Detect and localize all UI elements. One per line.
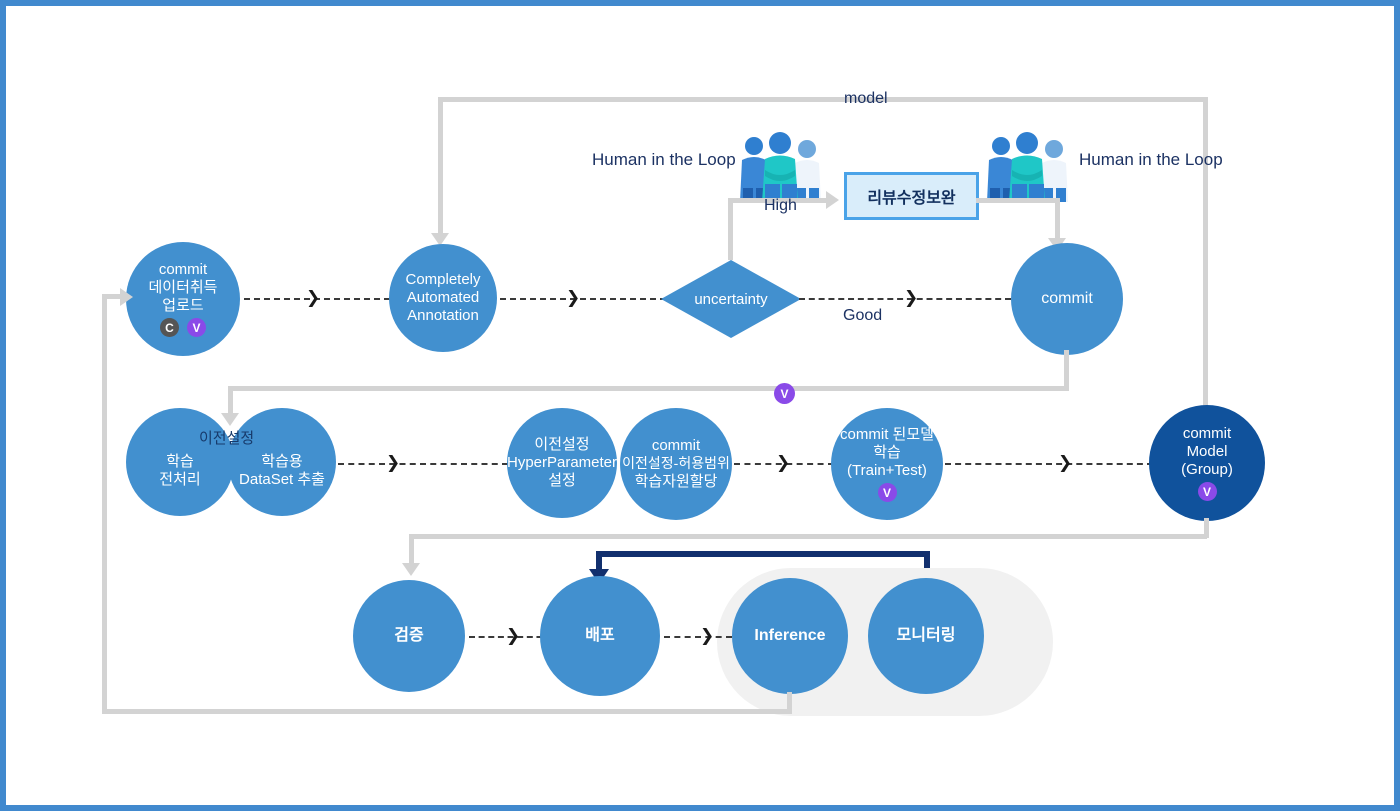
- hyperparameter-line-1: 이전설정: [534, 435, 590, 453]
- commit-resource-allocation-node[interactable]: commit 이전설정-허용범위 학습자원할당: [620, 408, 732, 520]
- annotation-line-3: Annotation: [407, 307, 479, 325]
- hyperparameter-line-3: 설정: [548, 472, 576, 490]
- train-badges: V: [876, 483, 899, 503]
- label-model: model: [844, 90, 888, 107]
- connector-deploy-to-inference: [664, 636, 732, 638]
- train-badge-v: V: [877, 483, 897, 503]
- commit-badge-v: V: [187, 318, 206, 338]
- connector-high-vertical: [728, 198, 733, 260]
- label-good: Good: [843, 307, 883, 324]
- commit-model-line-3: (Group): [1181, 461, 1233, 479]
- train-line-3: (Train+Test): [847, 462, 927, 480]
- hyperparameter-line-2: HyperParameter: [506, 453, 618, 471]
- connector-commit-model-to-validate-horizontal: [409, 534, 1207, 539]
- connector-model-top-horizontal: [438, 97, 1208, 102]
- commit-data-upload-line-2: 데이터취득: [148, 278, 218, 296]
- arrowhead-high-to-review: [826, 191, 839, 209]
- deployment-node[interactable]: 배포: [540, 576, 660, 696]
- chevron-annotation-to-uncertainty: ❯: [566, 288, 581, 307]
- connector-review-to-commit-horizontal: [976, 198, 1060, 203]
- label-human-in-the-loop-right: Human in the Loop: [1079, 150, 1223, 169]
- validation-label: 검증: [394, 627, 424, 645]
- connector-left-loop-vertical: [102, 294, 107, 709]
- connector-annotation-to-uncertainty: [500, 298, 666, 300]
- chevron-good-to-commit: ❯: [904, 288, 919, 307]
- annotation-line-1: Completely: [405, 270, 481, 288]
- connector-model-right-vertical: [1203, 97, 1208, 417]
- preprocess-group-header: 이전설정: [199, 430, 255, 447]
- commit-badge-c: C: [160, 318, 179, 338]
- completely-automated-annotation-node[interactable]: Completely Automated Annotation: [389, 244, 497, 352]
- commit-data-upload-node[interactable]: commit 데이터취득 업로드 C V: [126, 242, 240, 356]
- human-in-the-loop-people-icon-left: [734, 130, 826, 202]
- commit-data-upload-badges: C V: [158, 318, 208, 338]
- dataset-line-2: DataSet 추출: [239, 471, 325, 489]
- monitoring-node[interactable]: 모니터링: [868, 578, 984, 694]
- chevron-upload-to-annotation: ❯: [306, 288, 321, 307]
- human-in-the-loop-people-icon-right: [981, 130, 1073, 202]
- connector-dataset-to-hyperparameter: [338, 463, 508, 465]
- resource-line-3: 학습자원할당: [634, 472, 718, 490]
- commit-model-badges: V: [1196, 482, 1219, 502]
- connector-train-to-commit-model: [945, 463, 1153, 465]
- train-line-1: commit 된모델: [840, 425, 934, 443]
- arrowhead-to-preprocess: [221, 413, 239, 426]
- preprocess-line-2: 전처리: [159, 471, 201, 489]
- connector-commit-down: [1064, 350, 1069, 391]
- commit-after-review-node[interactable]: commit: [1011, 243, 1123, 355]
- validation-node[interactable]: 검증: [353, 580, 465, 692]
- inference-label: Inference: [754, 627, 826, 645]
- train-line-2: 학습: [873, 443, 901, 461]
- training-dataset-extract-node[interactable]: _ 학습용 DataSet 추출: [228, 408, 336, 516]
- commit-model-line-2: Model: [1186, 442, 1228, 460]
- chevron-deploy-to-inference: ❯: [700, 626, 715, 645]
- training-preprocess-node[interactable]: _ 학습 전처리: [126, 408, 234, 516]
- commit-data-upload-line-1: commit: [158, 260, 208, 278]
- hyperparameter-setting-node[interactable]: 이전설정 HyperParameter 설정: [507, 408, 617, 518]
- monitoring-label: 모니터링: [896, 627, 956, 645]
- inference-node[interactable]: Inference: [732, 578, 848, 694]
- chevron-dataset-to-hyperparameter: ❯: [386, 453, 401, 472]
- connector-model-left-vertical: [438, 97, 443, 237]
- connector-commit-to-preprocess-horizontal: [228, 386, 1068, 391]
- chevron-resource-to-train: ❯: [776, 453, 791, 472]
- chevron-validate-to-deploy: ❯: [506, 626, 521, 645]
- resource-line-2: 이전설정-허용범위: [622, 455, 730, 472]
- commit-data-upload-line-3: 업로드: [162, 297, 204, 315]
- arrowhead-to-validate: [402, 563, 420, 576]
- review-correction-box[interactable]: 리뷰수정보완: [844, 172, 979, 220]
- commit-model-group-node[interactable]: commit Model (Group) V: [1149, 405, 1265, 521]
- label-human-in-the-loop-left: Human in the Loop: [592, 150, 736, 169]
- label-high: High: [764, 197, 797, 214]
- chevron-train-to-commit-model: ❯: [1058, 453, 1073, 472]
- commit-after-review-label: commit: [1041, 290, 1093, 308]
- commit-model-badge-v: V: [1197, 482, 1217, 502]
- model-training-node[interactable]: commit 된모델 학습 (Train+Test) V: [831, 408, 943, 520]
- diagram-canvas: model Human in the Loop Human in the Loo…: [0, 0, 1400, 811]
- uncertainty-decision-node[interactable]: uncertainty: [661, 260, 801, 338]
- preprocess-line-1: 학습: [166, 452, 194, 470]
- uncertainty-label: uncertainty: [694, 290, 768, 308]
- version-badge-mid: V: [774, 383, 795, 404]
- connector-navy-bracket-horizontal: [596, 551, 930, 557]
- connector-bottom-loop-horizontal: [102, 709, 792, 714]
- arrowhead-loop-to-upload: [120, 288, 133, 306]
- review-correction-label: 리뷰수정보완: [867, 190, 956, 207]
- commit-model-line-1: commit: [1182, 424, 1232, 442]
- annotation-line-2: Automated: [406, 288, 480, 306]
- resource-line-1: commit: [651, 437, 701, 455]
- connector-review-to-commit-vertical: [1055, 198, 1060, 242]
- deployment-label: 배포: [585, 627, 615, 645]
- dataset-line-1: 학습용: [261, 452, 303, 470]
